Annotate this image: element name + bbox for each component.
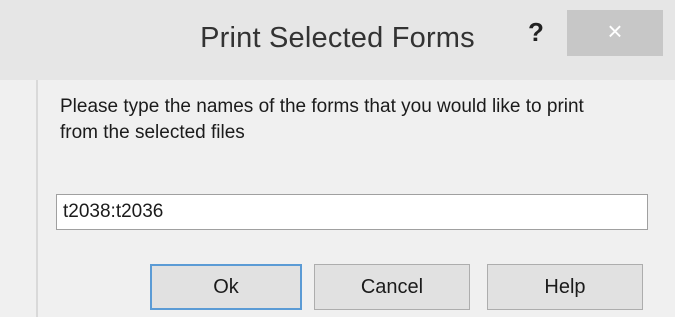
dialog-body: Please type the names of the forms that … (36, 80, 666, 317)
close-button[interactable]: × (567, 10, 663, 56)
prompt-text: Please type the names of the forms that … (60, 96, 584, 143)
ok-button[interactable]: Ok (150, 264, 302, 310)
help-question-icon[interactable]: ? (526, 17, 546, 48)
print-selected-forms-dialog: Print Selected Forms ? × Please type the… (0, 0, 675, 317)
close-icon: × (607, 16, 623, 46)
title-bar: Print Selected Forms ? × (0, 0, 675, 80)
cancel-button[interactable]: Cancel (314, 264, 470, 310)
form-names-input[interactable] (56, 194, 648, 230)
help-button[interactable]: Help (487, 264, 643, 310)
